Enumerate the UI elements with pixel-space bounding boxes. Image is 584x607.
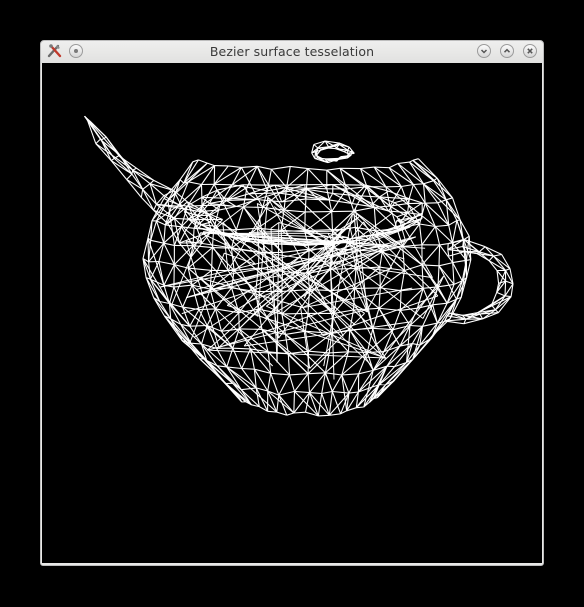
title-bar[interactable]: Bezier surface tesselation <box>41 41 543 63</box>
window-title: Bezier surface tesselation <box>209 44 375 59</box>
close-button[interactable] <box>523 44 537 58</box>
maximize-button[interactable] <box>500 44 514 58</box>
chevron-up-icon <box>503 48 511 53</box>
teapot-handle <box>444 238 514 325</box>
teapot-wireframe <box>84 115 514 417</box>
minimize-button[interactable] <box>477 44 491 58</box>
gl-viewport[interactable] <box>42 63 542 563</box>
app-window: Bezier surface tesselation <box>40 40 544 566</box>
close-icon <box>527 48 533 54</box>
teapot-lid-knob <box>311 140 355 164</box>
chevron-down-icon <box>480 49 488 54</box>
